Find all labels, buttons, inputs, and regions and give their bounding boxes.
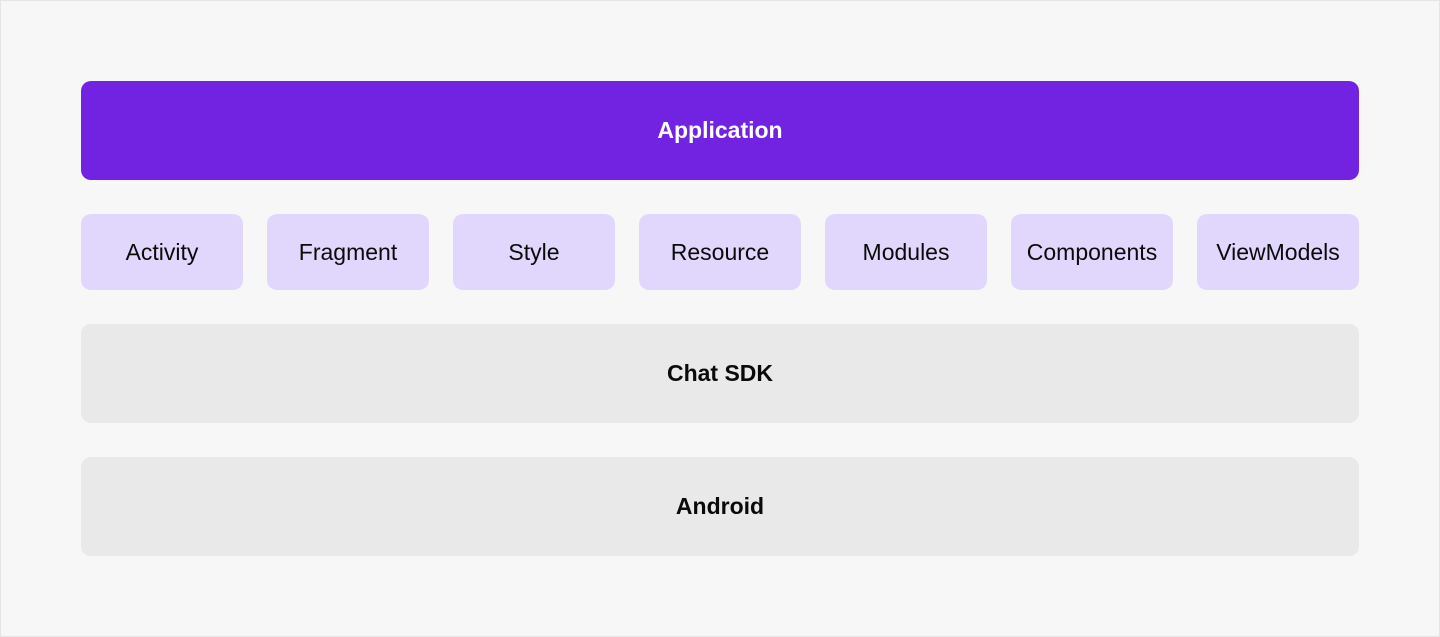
- layer-android: Android: [81, 457, 1359, 556]
- pill-style: Style: [453, 214, 615, 290]
- pill-activity: Activity: [81, 214, 243, 290]
- pill-fragment: Fragment: [267, 214, 429, 290]
- layer-application: Application: [81, 81, 1359, 180]
- architecture-diagram: Application Activity Fragment Style Reso…: [0, 0, 1440, 637]
- pill-resource: Resource: [639, 214, 801, 290]
- pill-components: Components: [1011, 214, 1173, 290]
- pill-modules: Modules: [825, 214, 987, 290]
- pill-viewmodels: ViewModels: [1197, 214, 1359, 290]
- layer-chat-sdk: Chat SDK: [81, 324, 1359, 423]
- layer-components-row: Activity Fragment Style Resource Modules…: [81, 214, 1359, 290]
